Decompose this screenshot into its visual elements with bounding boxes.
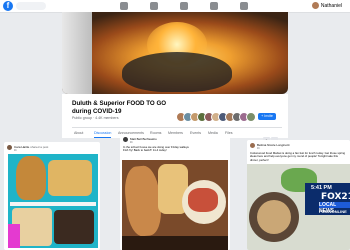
post-time[interactable]: 4h xyxy=(130,141,133,144)
photo-divider xyxy=(10,202,96,206)
cover-photo-detail xyxy=(62,12,92,94)
post-time[interactable]: 4h xyxy=(14,149,17,152)
tab-about[interactable]: About xyxy=(74,131,83,135)
tab-discussion[interactable]: Discussion xyxy=(94,131,112,138)
post-photo[interactable] xyxy=(122,160,228,250)
news-online-label: FOX21ONLINE xyxy=(319,209,347,214)
user-name: Nathaniel xyxy=(320,2,342,9)
avatar[interactable] xyxy=(250,143,255,148)
photo-salsa xyxy=(188,188,218,212)
post-author[interactable]: Bettina Nicole Longinotti xyxy=(257,143,289,147)
post-card-middle: Matt Bell Burfisastro 4h In the school h… xyxy=(120,134,230,250)
post-card-left: Cara Hartle shared a post 4h xyxy=(4,142,100,250)
post-header: Matt Bell Burfisastro 4h xyxy=(123,137,203,144)
photo-table xyxy=(122,236,228,250)
news-brand: FOX21 xyxy=(321,192,350,202)
photo-container-dark xyxy=(54,210,94,244)
watch-icon[interactable] xyxy=(150,2,158,10)
search-input[interactable] xyxy=(16,2,46,10)
post-author-line: Cara Hartle shared a post xyxy=(14,145,48,149)
group-privacy-and-members[interactable]: Public group · 4.4K members xyxy=(72,116,119,120)
avatar[interactable] xyxy=(7,145,12,150)
post-text: In the school house we are doing over Fr… xyxy=(123,145,189,153)
avatar[interactable] xyxy=(123,137,128,142)
user-profile-link[interactable]: Nathaniel xyxy=(311,2,342,9)
groups-icon[interactable] xyxy=(210,2,218,10)
post-text: Cottonwood Food Market is doing a fan fe… xyxy=(250,151,346,162)
member-avatars[interactable] xyxy=(176,112,256,122)
post-header: Cara Hartle shared a post 4h xyxy=(7,145,87,152)
news-time: 5:41 PM xyxy=(311,185,332,191)
post-time[interactable]: 1h xyxy=(257,147,260,150)
avatar xyxy=(311,2,319,9)
post-author[interactable]: Matt Bell Burfisastro xyxy=(130,137,157,141)
group-header-card: Duluth & Superior FOOD TO GO during COVI… xyxy=(62,94,288,143)
group-title: Duluth & Superior FOOD TO GO during COVI… xyxy=(72,100,167,115)
photo-chicken xyxy=(16,156,46,200)
home-icon[interactable] xyxy=(120,2,128,10)
avatar xyxy=(246,112,256,122)
photo-food xyxy=(257,200,291,234)
post-photo[interactable] xyxy=(8,154,98,248)
gaming-icon[interactable] xyxy=(240,2,248,10)
facebook-logo-icon[interactable]: f xyxy=(3,1,13,11)
post-action: shared a post xyxy=(30,145,49,149)
post-header: Bettina Nicole Longinotti 1h xyxy=(250,143,330,150)
news-logo-overlay: 5:41 PM FOX21 LOCAL NEWS FOX21ONLINE xyxy=(305,183,350,215)
cover-photo-wok xyxy=(122,52,232,92)
group-cover-photo xyxy=(62,12,288,94)
photo-fries xyxy=(48,160,92,196)
photo-pink-area xyxy=(8,224,20,248)
invite-button[interactable]: + Invite xyxy=(258,113,276,120)
marketplace-icon[interactable] xyxy=(180,2,188,10)
news-local-label: LOCAL NEWS xyxy=(319,202,350,214)
main-nav-icons xyxy=(120,0,270,12)
